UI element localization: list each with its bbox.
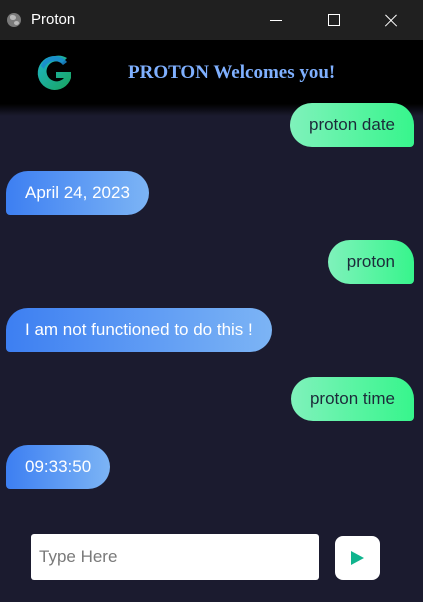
send-button[interactable] bbox=[335, 536, 380, 580]
message-input[interactable] bbox=[31, 534, 319, 580]
window-title: Proton bbox=[31, 11, 76, 28]
bot-message: April 24, 2023 bbox=[6, 171, 149, 215]
resize-grip[interactable] bbox=[0, 590, 8, 602]
globe-icon bbox=[7, 13, 21, 27]
user-message: proton bbox=[327, 240, 414, 284]
header-title: PROTON Welcomes you! bbox=[128, 62, 336, 83]
close-button[interactable] bbox=[364, 0, 420, 40]
maximize-button[interactable] bbox=[306, 0, 362, 40]
app-window: Proton PROTON Welcomes you! proton date … bbox=[0, 0, 423, 602]
title-bar[interactable]: Proton bbox=[0, 0, 423, 40]
g-logo-icon bbox=[37, 55, 71, 90]
user-message: proton date bbox=[289, 103, 414, 147]
bot-message: I am not functioned to do this ! bbox=[6, 308, 272, 352]
minimize-button[interactable] bbox=[248, 0, 304, 40]
bot-message: 09:33:50 bbox=[6, 445, 111, 489]
user-message: proton time bbox=[290, 377, 414, 421]
send-play-icon bbox=[351, 551, 364, 565]
